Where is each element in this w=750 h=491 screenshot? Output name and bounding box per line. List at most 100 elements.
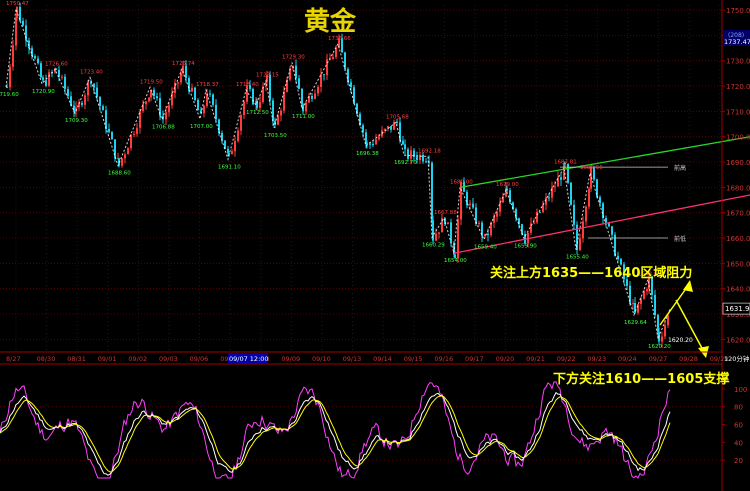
high-price-label: 1679.00 [496,182,519,188]
high-price-label: 1687.81 [554,160,577,166]
low-price-label: 1712.50 [246,110,269,116]
candle-body [617,255,619,260]
candle-body [102,106,104,111]
x-tick-label: 09/01 [98,355,117,363]
candle-body [579,238,581,251]
low-price-label: 1691.10 [218,164,241,170]
y-tick-label: 1660.00 [726,235,750,243]
x-tick-label: 09/21 [526,355,545,363]
high-price-label: 1685.66 [580,165,603,171]
candle-body [298,78,300,89]
x-tick-label: 09/09 [281,355,300,363]
candle-body [283,91,285,111]
candle-body [240,115,242,131]
high-price-label: 1722.15 [256,73,279,79]
candle-body [637,304,639,313]
candle-body [533,222,535,224]
candle-body [548,197,550,199]
candle-body [70,96,72,106]
high-price-label: 1726.74 [172,61,195,67]
x-tick-label: 09/22 [557,355,576,363]
interval-label: 120分钟 [724,354,750,363]
low-price-label: 1696.38 [356,151,379,157]
candle-body [542,204,544,212]
candle-body [188,78,190,92]
candle-body [472,203,474,208]
candle-body [259,102,261,108]
candle-body [64,76,66,90]
candle-body [6,87,8,89]
candle-body [145,101,147,105]
x-tick-label: 09/10 [312,355,331,363]
candle-body [209,93,211,95]
low-price-label: 1719.60 [0,92,19,98]
candle-body [243,101,245,116]
candle-body [469,203,471,206]
candle-body [646,289,648,292]
candle-body [40,63,42,78]
chart-title: 黄金 [304,6,357,37]
candle-body [605,218,607,224]
candle-body [425,161,427,163]
x-tick-label: 09/28 [679,355,698,363]
x-tick-label: 09/16 [434,355,453,363]
y-tick-label: 1670.00 [726,210,750,218]
candle-body [108,129,110,133]
highlight-date-label: 09/07 12:00 [229,355,269,363]
low-price-label: 1688.60 [108,171,131,177]
y-tick-label: 1640.00 [726,286,750,294]
x-tick-label: 09/06 [190,355,209,363]
chart-background [0,0,750,491]
candle-body [9,66,11,88]
candle-body [280,110,282,116]
candle-body [422,154,424,162]
candle-body [295,65,297,79]
y-tick-label: 1710.00 [726,108,750,116]
x-tick-label: 8/27 [6,355,21,363]
candle-body [93,83,95,88]
candle-body [218,119,220,134]
low-price-label: 1659.90 [514,243,537,249]
y-tick-label: 1650.00 [726,260,750,268]
y-tick-label: 1750.00 [726,7,750,15]
low-price-label: 1654.00 [444,258,467,264]
candle-body [632,303,634,305]
support-annotation: 下方关注1610——1605支撑 [553,371,729,387]
candle-body [599,197,601,204]
kdj-y-tick-label: 100 [734,386,747,394]
x-tick-label: 09/02 [128,355,147,363]
kdj-y-tick-label: 60 [734,422,743,430]
candle-body [554,186,556,188]
candle-body [667,314,669,326]
x-tick-label: 09/20 [496,355,515,363]
candle-body [390,126,392,130]
low-price-label: 1720.90 [32,89,55,95]
candle-body [475,207,477,225]
low-price-label: 1620.20 [668,337,693,344]
candle-body [37,58,39,64]
candle-body [375,139,377,145]
x-tick-label: 09/23 [587,355,606,363]
candle-body [272,100,274,121]
y-tick-label: 1680.00 [726,184,750,192]
candle-body [654,294,656,316]
candle-body [203,105,205,114]
candle-body [194,87,196,101]
high-price-label: 1718.40 [236,82,259,88]
low-price-label: 1703.50 [264,133,287,139]
low-price-label: 1629.64 [624,320,647,326]
low-price-label: 1692.70 [394,160,417,166]
candle-body [215,104,217,120]
low-price-label: 1655.40 [566,255,589,261]
high-price-label: 1723.40 [80,69,103,75]
candle-body [311,95,313,99]
candle-body [277,115,279,125]
low-price-label: 1711.00 [292,114,315,120]
y-tick-label: 1690.00 [726,159,750,167]
candle-body [369,143,371,145]
x-tick-label: 09/03 [159,355,178,363]
candle-body [499,202,501,212]
candle-body [124,154,126,159]
candle-body [16,6,18,18]
candle-body [407,149,409,159]
